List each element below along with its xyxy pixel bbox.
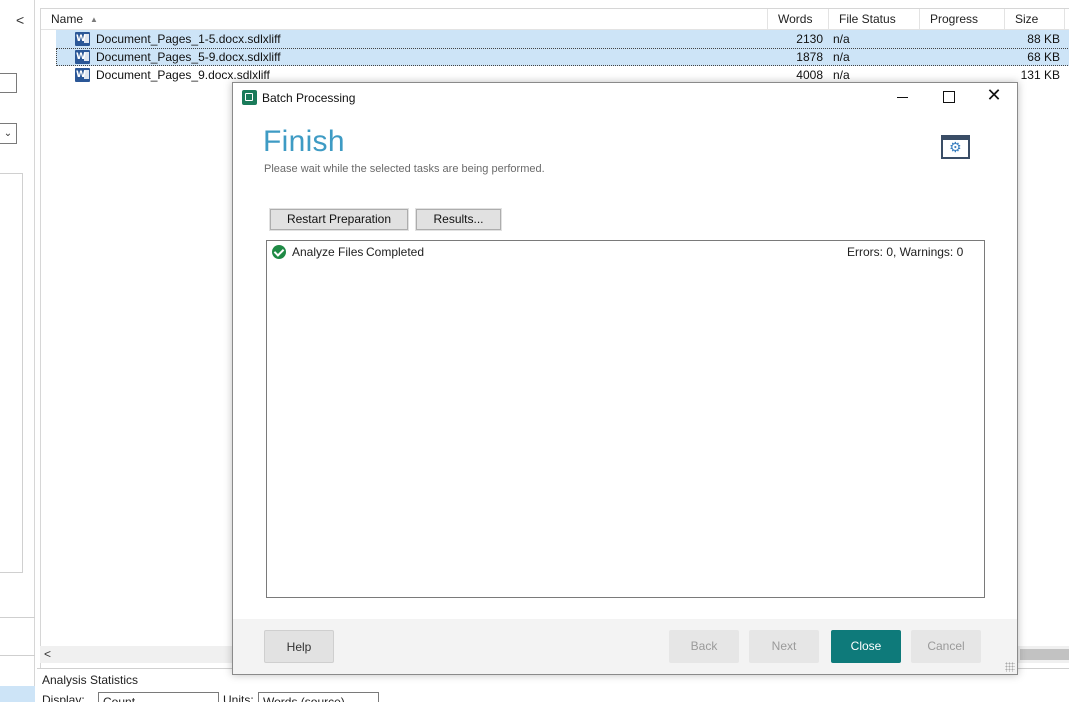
left-panel-input[interactable] <box>0 73 17 93</box>
collapse-panel-button[interactable]: < <box>16 12 24 28</box>
file-size: 68 KB <box>1027 50 1060 64</box>
left-panel: < ⌄ <box>0 0 35 702</box>
table-row[interactable]: Document_Pages_5-9.docx.sdlxliff 1878 n/… <box>56 48 1069 66</box>
word-count: 2130 <box>796 32 823 46</box>
dialog-titlebar[interactable]: Batch Processing ✕ <box>233 83 1017 113</box>
display-label: Display: <box>42 693 85 702</box>
resize-grip[interactable] <box>1005 662 1015 672</box>
task-status: Completed <box>366 245 425 259</box>
file-status: n/a <box>833 50 850 64</box>
chevron-down-icon: ⌄ <box>3 128 13 139</box>
column-header-progress[interactable]: Progress <box>920 9 1005 30</box>
column-header-words[interactable]: Words <box>768 9 829 30</box>
minimize-button[interactable] <box>894 89 912 105</box>
analysis-options: Display: Count Units: Words (source) <box>37 689 1069 702</box>
task-name: Analyze Files <box>292 245 364 259</box>
word-document-icon <box>75 66 90 84</box>
analysis-statistics-title: Analysis Statistics <box>42 673 139 687</box>
restart-preparation-button[interactable]: Restart Preparation <box>269 208 409 231</box>
task-summary: Errors: 0, Warnings: 0 <box>847 245 964 259</box>
task-list: Analyze Files Completed Errors: 0, Warni… <box>266 240 985 598</box>
left-panel-selected-item[interactable] <box>0 686 35 702</box>
maximize-button[interactable] <box>939 89 957 105</box>
dialog-footer: Help Back Next Close Cancel <box>233 619 1017 674</box>
dialog-title: Batch Processing <box>262 91 356 105</box>
page-title: Finish <box>263 125 345 158</box>
scroll-left-button[interactable]: < <box>44 646 51 663</box>
column-header-size[interactable]: Size <box>1005 9 1065 30</box>
close-window-button[interactable]: ✕ <box>985 86 1003 106</box>
divider <box>0 655 35 656</box>
column-header-name-label: Name <box>51 12 84 26</box>
check-circle-icon <box>272 245 286 259</box>
cancel-button[interactable]: Cancel <box>911 630 981 663</box>
back-button[interactable]: Back <box>669 630 739 663</box>
column-header-file-status[interactable]: File Status <box>829 9 920 30</box>
page-subtitle: Please wait while the selected tasks are… <box>264 163 545 175</box>
table-row[interactable]: Document_Pages_1-5.docx.sdlxliff 2130 n/… <box>56 30 1069 48</box>
units-select[interactable]: Words (source) <box>258 692 379 702</box>
help-button[interactable]: Help <box>264 630 334 663</box>
units-label: Units: <box>223 693 254 702</box>
batch-processing-icon <box>242 90 257 105</box>
display-select[interactable]: Count <box>98 692 219 702</box>
column-header-name[interactable]: Name ▲ <box>41 9 768 30</box>
list-header: Name ▲ Words File Status Progress Size <box>41 9 1069 30</box>
left-panel-dropdown[interactable]: ⌄ <box>0 123 17 144</box>
sort-ascending-icon: ▲ <box>90 15 98 24</box>
file-name: Document_Pages_1-5.docx.sdlxliff <box>96 32 281 46</box>
scrollbar-thumb[interactable] <box>1020 649 1069 660</box>
close-button[interactable]: Close <box>831 630 901 663</box>
results-button[interactable]: Results... <box>415 208 502 231</box>
file-name: Document_Pages_5-9.docx.sdlxliff <box>96 50 281 64</box>
batch-processing-dialog: Batch Processing ✕ Finish Please wait wh… <box>232 82 1018 675</box>
app-window: < ⌄ Name ▲ Words File Status Progress Si… <box>0 0 1069 702</box>
divider <box>0 617 35 618</box>
word-document-icon <box>75 30 90 48</box>
next-button[interactable]: Next <box>749 630 819 663</box>
left-panel-tree[interactable] <box>0 173 23 573</box>
settings-icon <box>941 135 970 159</box>
file-size: 88 KB <box>1027 32 1060 46</box>
word-count: 1878 <box>796 50 823 64</box>
file-status: n/a <box>833 32 850 46</box>
word-document-icon <box>75 48 90 66</box>
